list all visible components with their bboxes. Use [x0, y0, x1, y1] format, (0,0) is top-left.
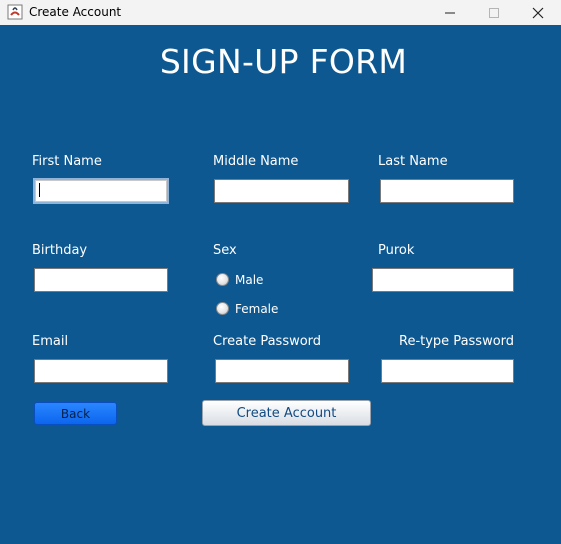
middle-name-field[interactable]	[214, 179, 349, 203]
retype-password-field[interactable]	[381, 359, 514, 383]
minimize-button[interactable]	[427, 0, 473, 25]
text-caret	[39, 183, 40, 197]
java-app-icon	[7, 4, 23, 20]
email-field[interactable]	[34, 359, 168, 383]
birthday-field[interactable]	[34, 268, 168, 292]
back-button[interactable]: Back	[34, 402, 117, 425]
male-radio-label: Male	[235, 273, 264, 287]
page-title: SIGN-UP FORM	[159, 42, 408, 81]
create-password-field[interactable]	[215, 359, 349, 383]
birthday-label: Birthday	[32, 243, 88, 258]
create-password-label: Create Password	[213, 334, 322, 349]
minimize-icon	[445, 12, 455, 13]
retype-password-label: Re-type Password	[399, 334, 515, 349]
female-radio[interactable]	[216, 302, 229, 315]
close-icon	[532, 7, 544, 18]
female-radio-label: Female	[235, 302, 279, 316]
create-account-button[interactable]: Create Account	[202, 400, 371, 426]
close-button[interactable]	[515, 0, 561, 25]
title-bar: Create Account	[0, 0, 561, 25]
last-name-label: Last Name	[378, 154, 448, 169]
middle-name-label: Middle Name	[213, 154, 299, 169]
maximize-button[interactable]	[471, 0, 517, 25]
last-name-field[interactable]	[380, 179, 514, 203]
sex-label: Sex	[213, 243, 237, 258]
email-label: Email	[32, 334, 69, 349]
first-name-label: First Name	[32, 154, 102, 169]
male-radio[interactable]	[216, 273, 229, 286]
maximize-icon	[489, 7, 499, 18]
purok-field[interactable]	[372, 268, 514, 292]
first-name-field[interactable]	[33, 178, 169, 204]
purok-label: Purok	[378, 243, 415, 258]
window-title: Create Account	[29, 5, 122, 19]
